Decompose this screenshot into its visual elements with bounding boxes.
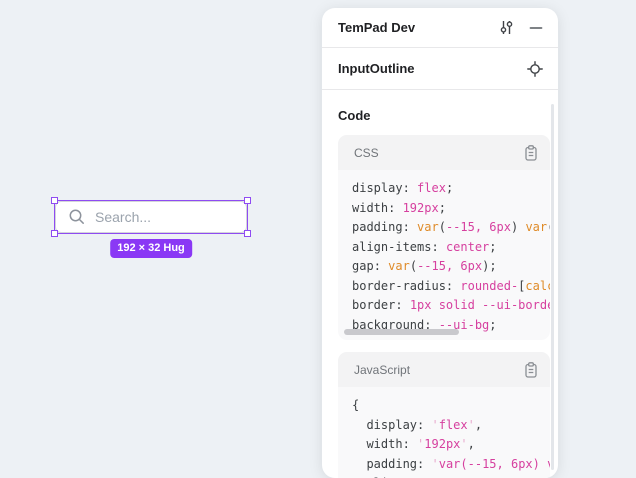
javascript-block-label: JavaScript bbox=[354, 363, 410, 377]
javascript-block-header: JavaScript bbox=[338, 352, 550, 387]
locate-crosshair-icon[interactable] bbox=[527, 61, 543, 77]
css-block-header: CSS bbox=[338, 135, 550, 170]
css-code-text[interactable]: display: flex;width: 192px;padding: var(… bbox=[338, 170, 550, 340]
minimize-icon[interactable] bbox=[529, 21, 543, 35]
code-section-title: Code bbox=[338, 108, 546, 123]
css-code-block: CSS display: flex;width: 192px;padding: … bbox=[338, 135, 550, 340]
selected-component-row: InputOutline bbox=[322, 48, 558, 90]
css-block-label: CSS bbox=[354, 146, 379, 160]
vertical-scrollbar-thumb[interactable] bbox=[551, 104, 554, 470]
copy-clipboard-icon[interactable] bbox=[524, 145, 538, 161]
copy-clipboard-icon[interactable] bbox=[524, 362, 538, 378]
size-badge: 192 × 32 Hug bbox=[110, 239, 192, 258]
code-section: Code CSS display: flex;width: 192px;padd… bbox=[322, 90, 558, 478]
panel-title: TemPad Dev bbox=[338, 20, 415, 35]
panel-header: TemPad Dev bbox=[322, 8, 558, 48]
tempad-dev-plugin-panel: TemPad Dev InputOutline bbox=[322, 8, 558, 478]
javascript-code-text[interactable]: { display: 'flex', width: '192px', paddi… bbox=[338, 387, 550, 478]
preferences-sliders-icon[interactable] bbox=[499, 20, 514, 35]
horizontal-scrollbar-thumb[interactable] bbox=[344, 329, 459, 335]
search-input-component[interactable]: Search... bbox=[55, 201, 247, 233]
search-placeholder-text: Search... bbox=[95, 210, 151, 224]
component-name: InputOutline bbox=[338, 61, 415, 76]
javascript-code-block: JavaScript { display: 'flex', width: '19… bbox=[338, 352, 550, 478]
magnifier-icon bbox=[68, 208, 86, 226]
